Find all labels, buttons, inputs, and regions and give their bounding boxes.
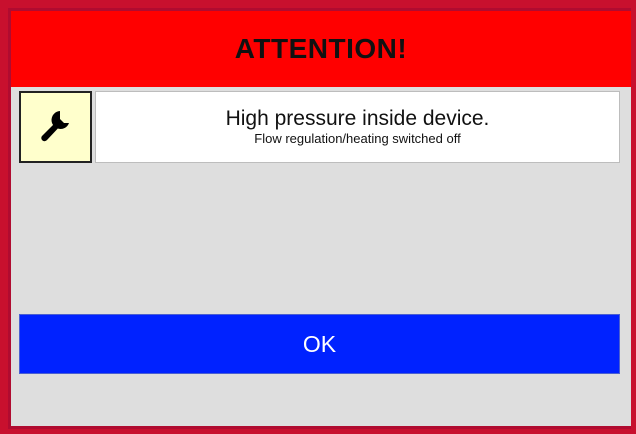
message-row: High pressure inside device. Flow regula…: [19, 91, 620, 163]
alert-dialog: ATTENTION! High pressure inside device. …: [8, 8, 631, 429]
title-bar: ATTENTION!: [11, 11, 631, 87]
ok-button-label: OK: [302, 330, 337, 357]
message-text: High pressure inside device.: [225, 107, 490, 130]
message-box: High pressure inside device. Flow regula…: [95, 91, 620, 163]
wrench-icon: [19, 91, 92, 163]
dialog-title: ATTENTION!: [234, 33, 408, 64]
message-detail: Flow regulation/heating switched off: [254, 131, 461, 146]
ok-button[interactable]: OK: [19, 314, 620, 374]
